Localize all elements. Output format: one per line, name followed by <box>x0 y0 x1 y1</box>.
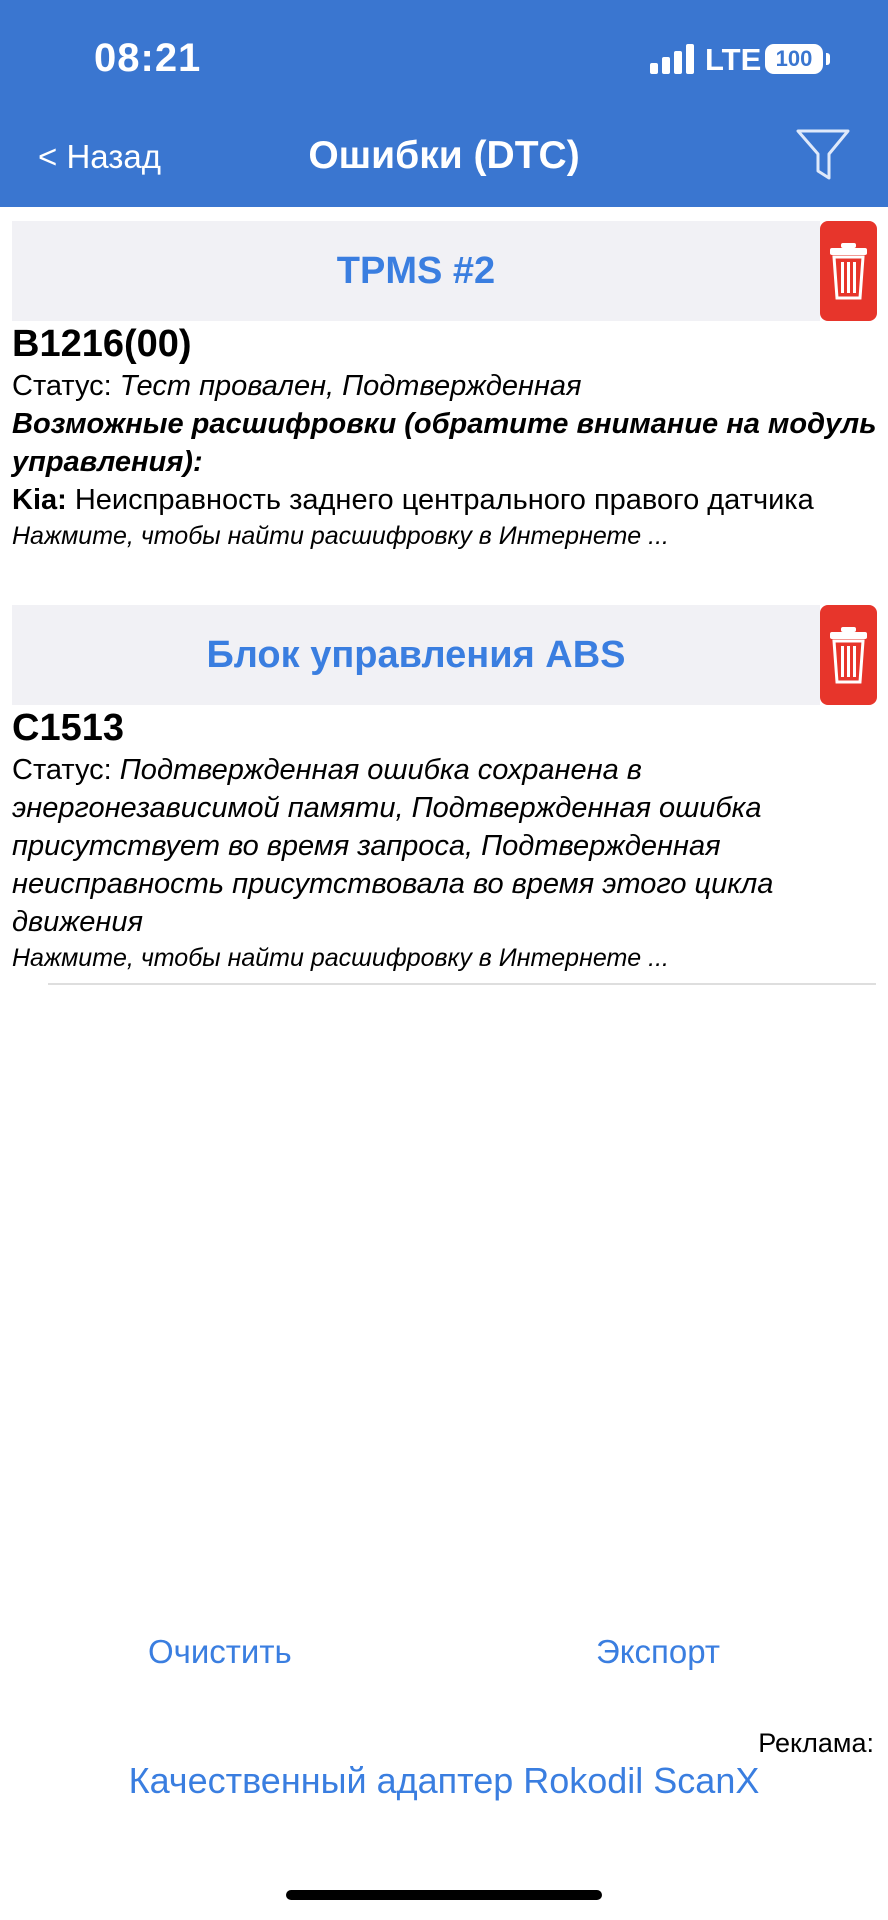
decode-brand: Kia: <box>12 484 67 516</box>
delete-button[interactable] <box>820 605 877 705</box>
page-title: Ошибки (DTC) <box>308 134 580 177</box>
export-button[interactable]: Экспорт <box>596 1633 720 1671</box>
nav-header: 08:21 LTE 100 < Назад Ошибки (DTC) <box>0 0 888 207</box>
status-label: Статус: <box>12 370 120 402</box>
signal-icon <box>650 44 694 74</box>
ad-label: Реклама: <box>758 1728 874 1758</box>
search-hint-link[interactable]: Нажмите, чтобы найти расшифровку в Интер… <box>12 519 882 553</box>
dtc-code: B1216(00) <box>12 323 192 365</box>
decode-heading: Возможные расшифровки (обратите внимание… <box>12 408 877 478</box>
dtc-status: Статус: Подтвержденная ошибка сохранена … <box>12 751 882 941</box>
module-header-tpms[interactable]: TPMS #2 <box>12 221 820 321</box>
ad-link[interactable]: Качественный адаптер Rokodil ScanX <box>0 1760 888 1802</box>
dtc-status: Статус: Тест провален, Подтвержденная <box>12 367 882 405</box>
battery-icon: 100 <box>765 44 823 74</box>
delete-button[interactable] <box>820 221 877 321</box>
module-header-abs[interactable]: Блок управления ABS <box>12 605 820 705</box>
trash-icon <box>830 243 867 300</box>
dtc-entry[interactable]: B1216(00) Статус: Тест провален, Подтвер… <box>12 324 882 553</box>
status-label: Статус: <box>12 754 120 786</box>
dtc-entry[interactable]: C1513 Статус: Подтвержденная ошибка сохр… <box>12 708 882 975</box>
battery-nub <box>826 53 830 65</box>
filter-icon[interactable] <box>795 126 851 184</box>
search-hint-link[interactable]: Нажмите, чтобы найти расшифровку в Интер… <box>12 941 882 975</box>
status-value: Подтвержденная ошибка сохранена в энерго… <box>12 754 774 938</box>
status-value: Тест провален, Подтвержденная <box>119 370 582 402</box>
home-indicator[interactable] <box>286 1890 602 1900</box>
list-divider <box>48 983 876 985</box>
decode-entry: Kia: Неисправность заднего центрального … <box>12 481 882 519</box>
decode-text: Неисправность заднего центрального право… <box>66 484 814 516</box>
clear-button[interactable]: Очистить <box>148 1633 292 1671</box>
trash-icon <box>830 627 867 684</box>
network-type: LTE <box>705 42 762 77</box>
status-time: 08:21 <box>94 36 202 80</box>
dtc-code: C1513 <box>12 707 124 749</box>
